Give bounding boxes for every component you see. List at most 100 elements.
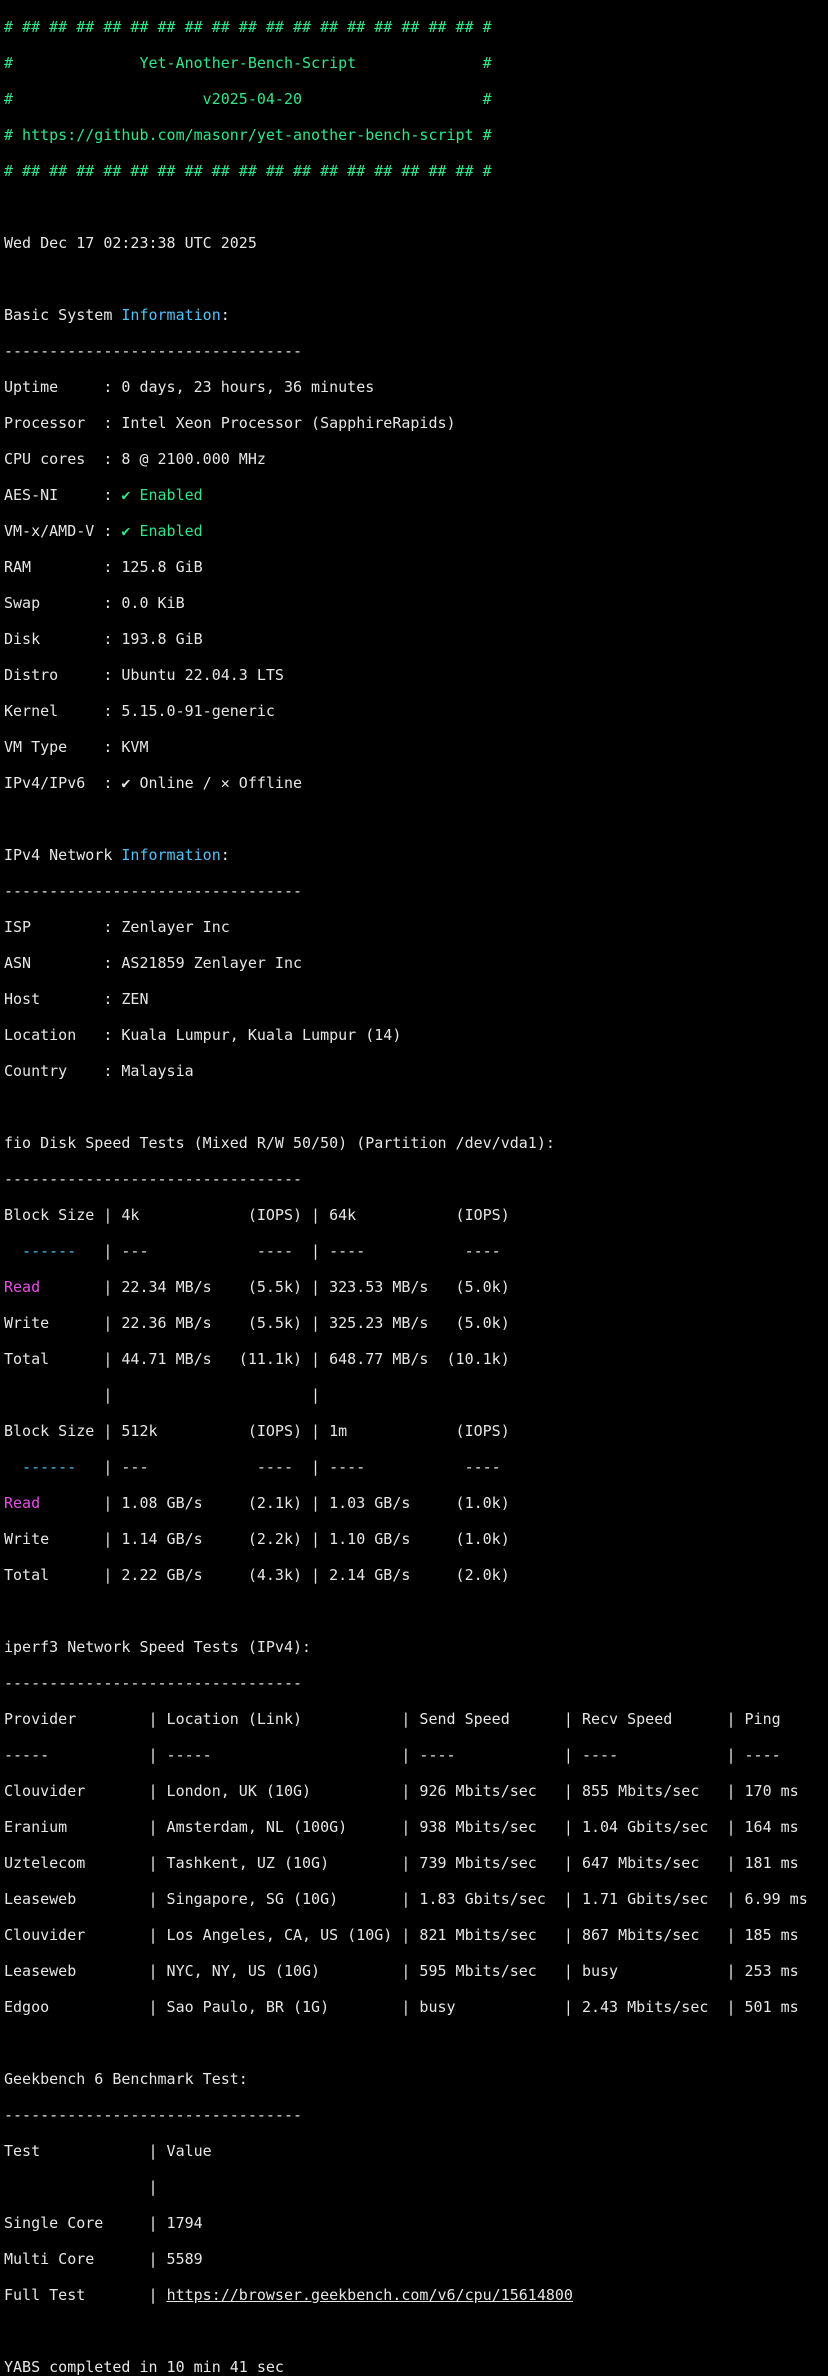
fio-read-values: | 22.34 MB/s (5.5k) | 323.53 MB/s (5.0k) bbox=[40, 1278, 510, 1296]
fio-dash-rest: | --- ---- | ---- ---- bbox=[103, 1242, 510, 1260]
sysinfo-label: Uptime : bbox=[4, 378, 122, 396]
iperf-row: Clouvider | Los Angeles, CA, US (10G) | … bbox=[4, 1926, 799, 1944]
sysinfo-vm-type: VM Type : KVM bbox=[4, 738, 828, 756]
netinfo-location: Location : Kuala Lumpur, Kuala Lumpur (1… bbox=[4, 1026, 828, 1044]
fio-read-row: Read | 22.34 MB/s (5.5k) | 323.53 MB/s (… bbox=[4, 1278, 828, 1296]
geekbench-spacer-row: | bbox=[4, 2178, 158, 2196]
sysinfo-swap: Swap : 0.0 KiB bbox=[4, 594, 828, 612]
netinfo-asn: ASN : AS21859 Zenlayer Inc bbox=[4, 954, 828, 972]
geekbench-single-core: Single Core | 1794 bbox=[4, 2214, 203, 2232]
fio-write-row: Write | 22.36 MB/s (5.5k) | 325.23 MB/s … bbox=[4, 1314, 510, 1332]
separator: --------------------------------- bbox=[4, 2106, 303, 2124]
fio-write-row: Write | 1.14 GB/s (2.2k) | 1.10 GB/s (1.… bbox=[4, 1530, 510, 1548]
basic-heading-prefix: Basic System bbox=[4, 306, 122, 324]
banner-version: # v2025-04-20 # bbox=[4, 90, 492, 108]
completion-message: YABS completed in 10 min 41 sec bbox=[4, 2358, 284, 2376]
iperf-dash-row: ----- | ----- | ---- | ---- | ---- bbox=[4, 1746, 828, 1764]
sysinfo-label: Distro : bbox=[4, 666, 122, 684]
fio-heading: fio Disk Speed Tests (Mixed R/W 50/50) (… bbox=[4, 1134, 555, 1152]
sysinfo-label: Disk : bbox=[4, 630, 122, 648]
fio-total-row: Total | 44.71 MB/s (11.1k) | 648.77 MB/s… bbox=[4, 1350, 510, 1368]
sysinfo-value: Ubuntu 22.04.3 LTS bbox=[121, 666, 284, 684]
netinfo-label: Country : bbox=[4, 1062, 122, 1080]
netinfo-value: AS21859 Zenlayer Inc bbox=[121, 954, 303, 972]
sysinfo-value: KVM bbox=[121, 738, 149, 756]
fio-dash-blue: ------ bbox=[4, 1458, 104, 1476]
basic-heading-highlight: Information bbox=[121, 306, 221, 324]
terminal-output[interactable]: # ## ## ## ## ## ## ## ## ## ## ## ## ##… bbox=[4, 0, 828, 2376]
netinfo-label: ASN : bbox=[4, 954, 122, 972]
network-heading: IPv4 Network Information: bbox=[4, 846, 828, 864]
network-heading-prefix: IPv4 Network bbox=[4, 846, 122, 864]
iperf-heading: iperf3 Network Speed Tests (IPv4): bbox=[4, 1638, 312, 1656]
iperf-header-row: Provider | Location (Link) | Send Speed … bbox=[4, 1710, 781, 1728]
sysinfo-label: CPU cores : bbox=[4, 450, 122, 468]
sysinfo-value: 125.8 GiB bbox=[121, 558, 203, 576]
netinfo-value: Kuala Lumpur, Kuala Lumpur (14) bbox=[121, 1026, 402, 1044]
banner-url: # https://github.com/masonr/yet-another-… bbox=[4, 126, 492, 144]
iperf-row: Edgoo | Sao Paulo, BR (1G) | busy | 2.43… bbox=[4, 1998, 799, 2016]
sysinfo-value: 8 @ 2100.000 MHz bbox=[121, 450, 266, 468]
sysinfo-label: Kernel : bbox=[4, 702, 122, 720]
sysinfo-disk: Disk : 193.8 GiB bbox=[4, 630, 828, 648]
sysinfo-cpu-cores: CPU cores : 8 @ 2100.000 MHz bbox=[4, 450, 828, 468]
sysinfo-value: 193.8 GiB bbox=[121, 630, 203, 648]
netinfo-value: Zenlayer Inc bbox=[121, 918, 230, 936]
netinfo-country: Country : Malaysia bbox=[4, 1062, 828, 1080]
sysinfo-ram: RAM : 125.8 GiB bbox=[4, 558, 828, 576]
sysinfo-kernel: Kernel : 5.15.0-91-generic bbox=[4, 702, 828, 720]
sysinfo-label: Swap : bbox=[4, 594, 122, 612]
fio-read-row: Read | 1.08 GB/s (2.1k) | 1.03 GB/s (1.0… bbox=[4, 1494, 828, 1512]
sysinfo-vmx: VM-x/AMD-V : ✔ Enabled bbox=[4, 522, 828, 540]
fio-dash-row: ------ | --- ---- | ---- ---- bbox=[4, 1242, 828, 1260]
separator: --------------------------------- bbox=[4, 1170, 303, 1188]
netinfo-value: ZEN bbox=[121, 990, 149, 1008]
fio-dash-row: ------ | --- ---- | ---- ---- bbox=[4, 1458, 828, 1476]
sysinfo-processor: Processor : Intel Xeon Processor (Sapphi… bbox=[4, 414, 828, 432]
iperf-row: Leaseweb | NYC, NY, US (10G) | 595 Mbits… bbox=[4, 1962, 799, 1980]
fio-spacer-row: | | bbox=[4, 1386, 321, 1404]
fio-read-values: | 1.08 GB/s (2.1k) | 1.03 GB/s (1.0k) bbox=[40, 1494, 510, 1512]
fio-header-row: Block Size | 512k (IOPS) | 1m (IOPS) bbox=[4, 1422, 510, 1440]
iperf-row: Clouvider | London, UK (10G) | 926 Mbits… bbox=[4, 1782, 799, 1800]
sysinfo-label: Processor : bbox=[4, 414, 122, 432]
geekbench-header-row: Test | Value bbox=[4, 2142, 212, 2160]
sysinfo-label: VM Type : bbox=[4, 738, 122, 756]
sysinfo-uptime: Uptime : 0 days, 23 hours, 36 minutes bbox=[4, 378, 828, 396]
sysinfo-aes-ni: AES-NI : ✔ Enabled bbox=[4, 486, 828, 504]
sysinfo-value: Intel Xeon Processor (SapphireRapids) bbox=[121, 414, 456, 432]
netinfo-label: ISP : bbox=[4, 918, 122, 936]
sysinfo-value: ✔ Online / ✕ Offline bbox=[121, 774, 303, 792]
separator: --------------------------------- bbox=[4, 342, 303, 360]
sysinfo-label: IPv4/IPv6 : bbox=[4, 774, 122, 792]
sysinfo-value: 0.0 KiB bbox=[121, 594, 185, 612]
iperf-dash-plain: ----- bbox=[4, 1746, 149, 1764]
netinfo-value: Malaysia bbox=[121, 1062, 194, 1080]
sysinfo-value: 0 days, 23 hours, 36 minutes bbox=[121, 378, 375, 396]
geekbench-result-link[interactable]: https://browser.geekbench.com/v6/cpu/156… bbox=[167, 2286, 573, 2304]
netinfo-host: Host : ZEN bbox=[4, 990, 828, 1008]
fio-read-label: Read bbox=[4, 1278, 41, 1296]
geekbench-multi-core: Multi Core | 5589 bbox=[4, 2250, 203, 2268]
sysinfo-ip-status: IPv4/IPv6 : ✔ Online / ✕ Offline bbox=[4, 774, 828, 792]
fio-header-row: Block Size | 4k (IOPS) | 64k (IOPS) bbox=[4, 1206, 510, 1224]
iperf-row: Eranium | Amsterdam, NL (100G) | 938 Mbi… bbox=[4, 1818, 799, 1836]
geekbench-full-label: Full Test | bbox=[4, 2286, 167, 2304]
sysinfo-label: RAM : bbox=[4, 558, 122, 576]
sysinfo-distro: Distro : Ubuntu 22.04.3 LTS bbox=[4, 666, 828, 684]
banner-border-bottom: # ## ## ## ## ## ## ## ## ## ## ## ## ##… bbox=[4, 162, 492, 180]
fio-read-label: Read bbox=[4, 1494, 41, 1512]
basic-heading: Basic System Information: bbox=[4, 306, 828, 324]
banner-border-top: # ## ## ## ## ## ## ## ## ## ## ## ## ##… bbox=[4, 18, 492, 36]
fio-dash-blue: ------ bbox=[4, 1242, 104, 1260]
run-date: Wed Dec 17 02:23:38 UTC 2025 bbox=[4, 234, 257, 252]
iperf-row: Leaseweb | Singapore, SG (10G) | 1.83 Gb… bbox=[4, 1890, 808, 1908]
netinfo-isp: ISP : Zenlayer Inc bbox=[4, 918, 828, 936]
